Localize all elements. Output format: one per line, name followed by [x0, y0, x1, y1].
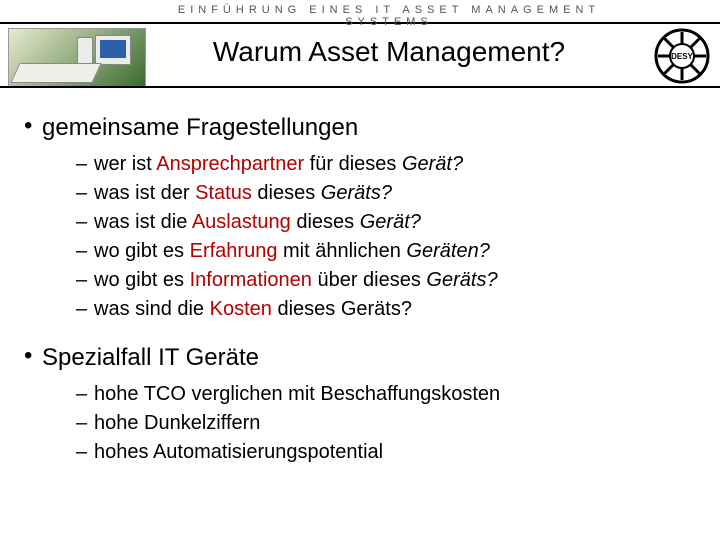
slide-body: gemeinsame Fragestellungen wer ist Anspr…: [0, 96, 720, 467]
list-item-highlight: Ansprechpartner: [156, 153, 304, 175]
sub-list: hohe TCO verglichen mit Beschaffungskost…: [76, 380, 696, 467]
divider-bottom: [0, 86, 720, 88]
list-item-highlight: Informationen: [190, 269, 312, 291]
list-item-post: dieses Geräts?: [272, 298, 412, 320]
eyebrow-subtitle: EINFÜHRUNG EINES IT ASSET MANAGEMENT SYS…: [148, 4, 630, 28]
list-item-post: dieses: [252, 182, 321, 204]
desy-logo-icon: DESY: [654, 28, 710, 84]
list-item: was ist die Auslastung dieses Gerät?: [76, 208, 696, 237]
list-item: hohe TCO verglichen mit Beschaffungskost…: [76, 380, 696, 409]
header-computer-image: [8, 28, 146, 88]
slide-header: EINFÜHRUNG EINES IT ASSET MANAGEMENT SYS…: [0, 0, 720, 96]
list-item-highlight: Auslastung: [192, 211, 291, 233]
list-item-italic: Geräts?: [426, 269, 497, 291]
list-item-pre: was ist die: [94, 211, 192, 233]
list-item-highlight: Erfahrung: [190, 240, 278, 262]
list-item-post: über dieses: [312, 269, 427, 291]
list-item-text: hohes Automatisierungspotential: [94, 441, 383, 463]
bullet-heading-text: gemeinsame Fragestellungen: [42, 114, 358, 141]
logo-text: DESY: [671, 52, 693, 61]
bullet-heading: gemeinsame Fragestellungen: [24, 114, 696, 142]
list-item-text: hohe Dunkelziffern: [94, 412, 260, 434]
list-item-italic: Gerät?: [360, 211, 421, 233]
list-item-italic: Gerät?: [402, 153, 463, 175]
list-item: hohes Automatisierungspotential: [76, 438, 696, 467]
list-item-pre: was ist der: [94, 182, 195, 204]
list-item: was sind die Kosten dieses Geräts?: [76, 295, 696, 324]
list-item-post: dieses: [291, 211, 360, 233]
list-item-highlight: Status: [195, 182, 252, 204]
page-title: Warum Asset Management?: [148, 36, 630, 68]
list-item: wer ist Ansprechpartner für dieses Gerät…: [76, 150, 696, 179]
list-item-highlight: Kosten: [210, 298, 272, 320]
list-item-italic: Geräts?: [321, 182, 392, 204]
list-item-text: hohe TCO verglichen mit Beschaffungskost…: [94, 383, 500, 405]
bullet-heading-text: Spezialfall IT Geräte: [42, 344, 259, 371]
list-item-post: mit ähnlichen: [277, 240, 406, 262]
list-item-post: für dieses: [304, 153, 402, 175]
list-item: was ist der Status dieses Geräts?: [76, 179, 696, 208]
list-item-italic: Geräten?: [406, 240, 489, 262]
list-item-pre: wo gibt es: [94, 269, 190, 291]
list-item: wo gibt es Informationen über dieses Ger…: [76, 266, 696, 295]
list-item-pre: was sind die: [94, 298, 210, 320]
sub-list: wer ist Ansprechpartner für dieses Gerät…: [76, 150, 696, 324]
list-item-pre: wer ist: [94, 153, 156, 175]
bullet-heading: Spezialfall IT Geräte: [24, 344, 696, 372]
list-item-pre: wo gibt es: [94, 240, 190, 262]
list-item: hohe Dunkelziffern: [76, 409, 696, 438]
list-item: wo gibt es Erfahrung mit ähnlichen Gerät…: [76, 237, 696, 266]
